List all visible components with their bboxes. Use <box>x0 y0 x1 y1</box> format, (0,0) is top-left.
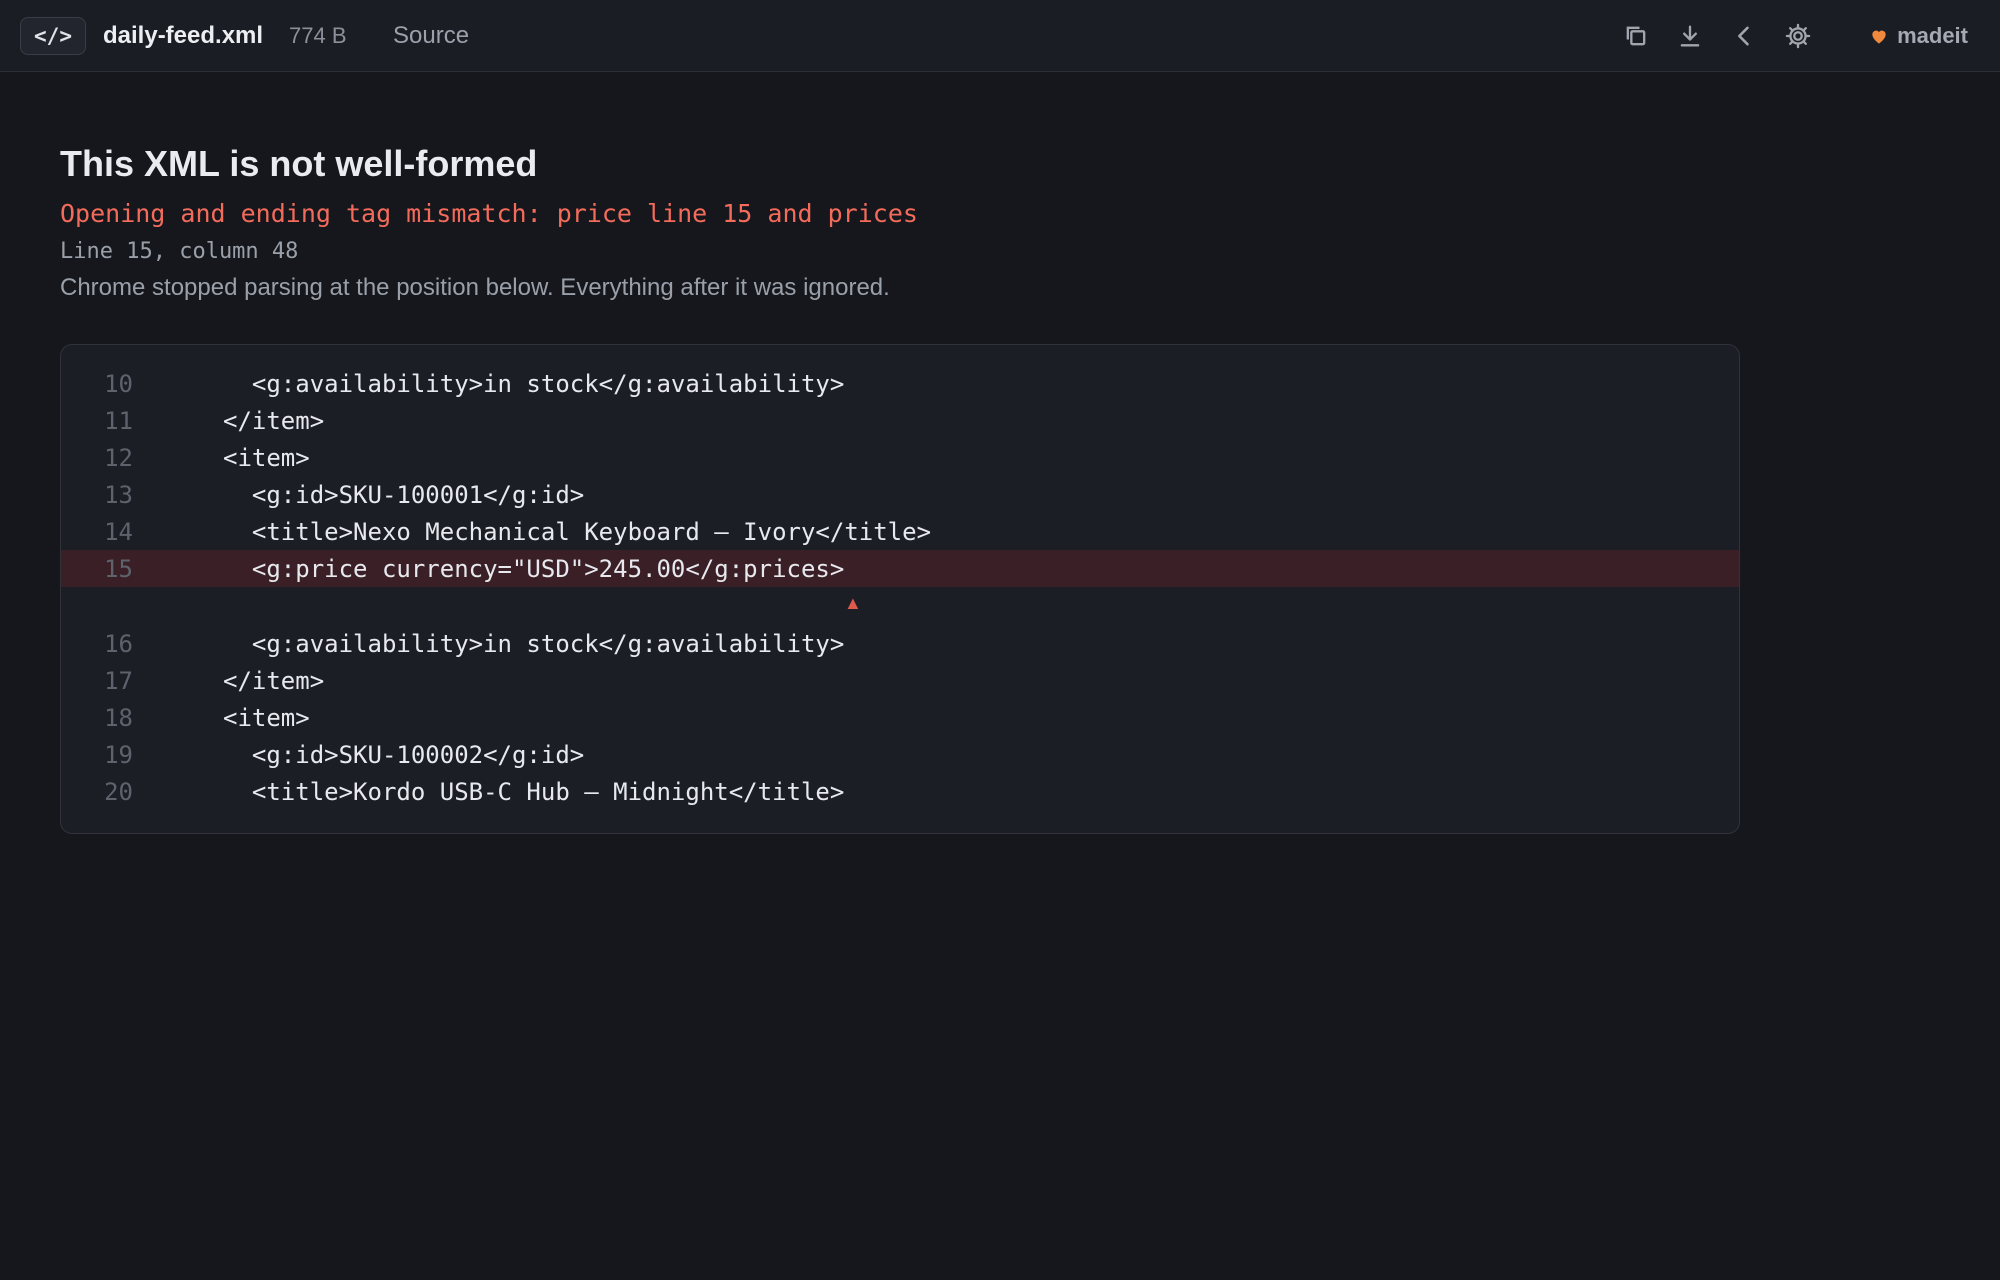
line-code: </item> <box>223 406 325 435</box>
code-line: 19 <g:id>SKU-100002</g:id> <box>61 736 1739 773</box>
line-number: 15 <box>104 554 133 583</box>
line-number: 12 <box>104 443 133 472</box>
code-line: 17 </item> <box>61 662 1739 699</box>
heart-icon <box>1872 30 1886 44</box>
code-line: 20 <title>Kordo USB-C Hub — Midnight</ti… <box>61 773 1739 810</box>
error-heading: This XML is not well-formed <box>60 143 538 184</box>
copy-icon[interactable] <box>1622 22 1650 50</box>
line-number: 14 <box>104 517 133 546</box>
gear-icon[interactable] <box>1784 22 1812 50</box>
error-message: Opening and ending tag mismatch: price l… <box>60 199 918 228</box>
line-code: <item> <box>223 703 310 732</box>
error-code-line: 15 <g:price currency="USD">245.00</g:pri… <box>61 550 1739 587</box>
code-line: 16 <g:availability>in stock</g:availabil… <box>61 625 1739 662</box>
line-number: 11 <box>104 406 133 435</box>
source-code-panel: 10 <g:availability>in stock</g:availabil… <box>60 344 1740 834</box>
line-number: 16 <box>104 629 133 658</box>
code-line: 14 <title>Nexo Mechanical Keyboard — Ivo… <box>61 513 1739 550</box>
code-line: 12 <item> <box>61 439 1739 476</box>
code-line: 18 <item> <box>61 699 1739 736</box>
line-code: <title>Nexo Mechanical Keyboard — Ivory<… <box>223 517 932 546</box>
line-code: <g:id>SKU-100002</g:id> <box>223 740 585 769</box>
line-code: <g:price currency="USD">245.00</g:prices… <box>223 554 845 583</box>
code-view-badge[interactable]: </> <box>20 17 86 55</box>
line-code: <g:availability>in stock</g:availability… <box>223 369 845 398</box>
line-number: 10 <box>104 369 133 398</box>
line-code: </item> <box>223 666 325 695</box>
error-caret: ▲ <box>844 593 862 613</box>
source-tab[interactable]: Source <box>393 20 469 52</box>
user-menu[interactable]: madeit <box>1869 20 1968 52</box>
code-line: 13 <g:id>SKU-100001</g:id> <box>61 476 1739 513</box>
line-number: 20 <box>104 777 133 806</box>
error-position: Line 15, column 48 <box>60 239 299 264</box>
line-code: <title>Kordo USB-C Hub — Midnight</title… <box>223 777 845 806</box>
download-icon[interactable] <box>1676 22 1704 50</box>
line-code: <g:availability>in stock</g:availability… <box>223 629 845 658</box>
top-bar: </> daily-feed.xml 774 B Source madeit <box>0 0 2000 72</box>
error-caret-row: ▲ <box>61 587 1739 625</box>
code-line: 10 <g:availability>in stock</g:availabil… <box>61 365 1739 402</box>
line-code: <g:id>SKU-100001</g:id> <box>223 480 585 509</box>
user-name: madeit <box>1897 23 1968 48</box>
line-code: <item> <box>223 443 310 472</box>
line-number: 18 <box>104 703 133 732</box>
code-line: 11 </item> <box>61 402 1739 439</box>
error-summary: This XML is not well-formed Opening and … <box>60 140 1740 304</box>
chevron-left-icon[interactable] <box>1730 22 1758 50</box>
line-number: 17 <box>104 666 133 695</box>
file-size: 774 B <box>289 23 347 48</box>
line-number: 19 <box>104 740 133 769</box>
error-note: Chrome stopped parsing at the position b… <box>60 274 890 301</box>
line-number: 13 <box>104 480 133 509</box>
file-name: daily-feed.xml <box>103 22 264 49</box>
